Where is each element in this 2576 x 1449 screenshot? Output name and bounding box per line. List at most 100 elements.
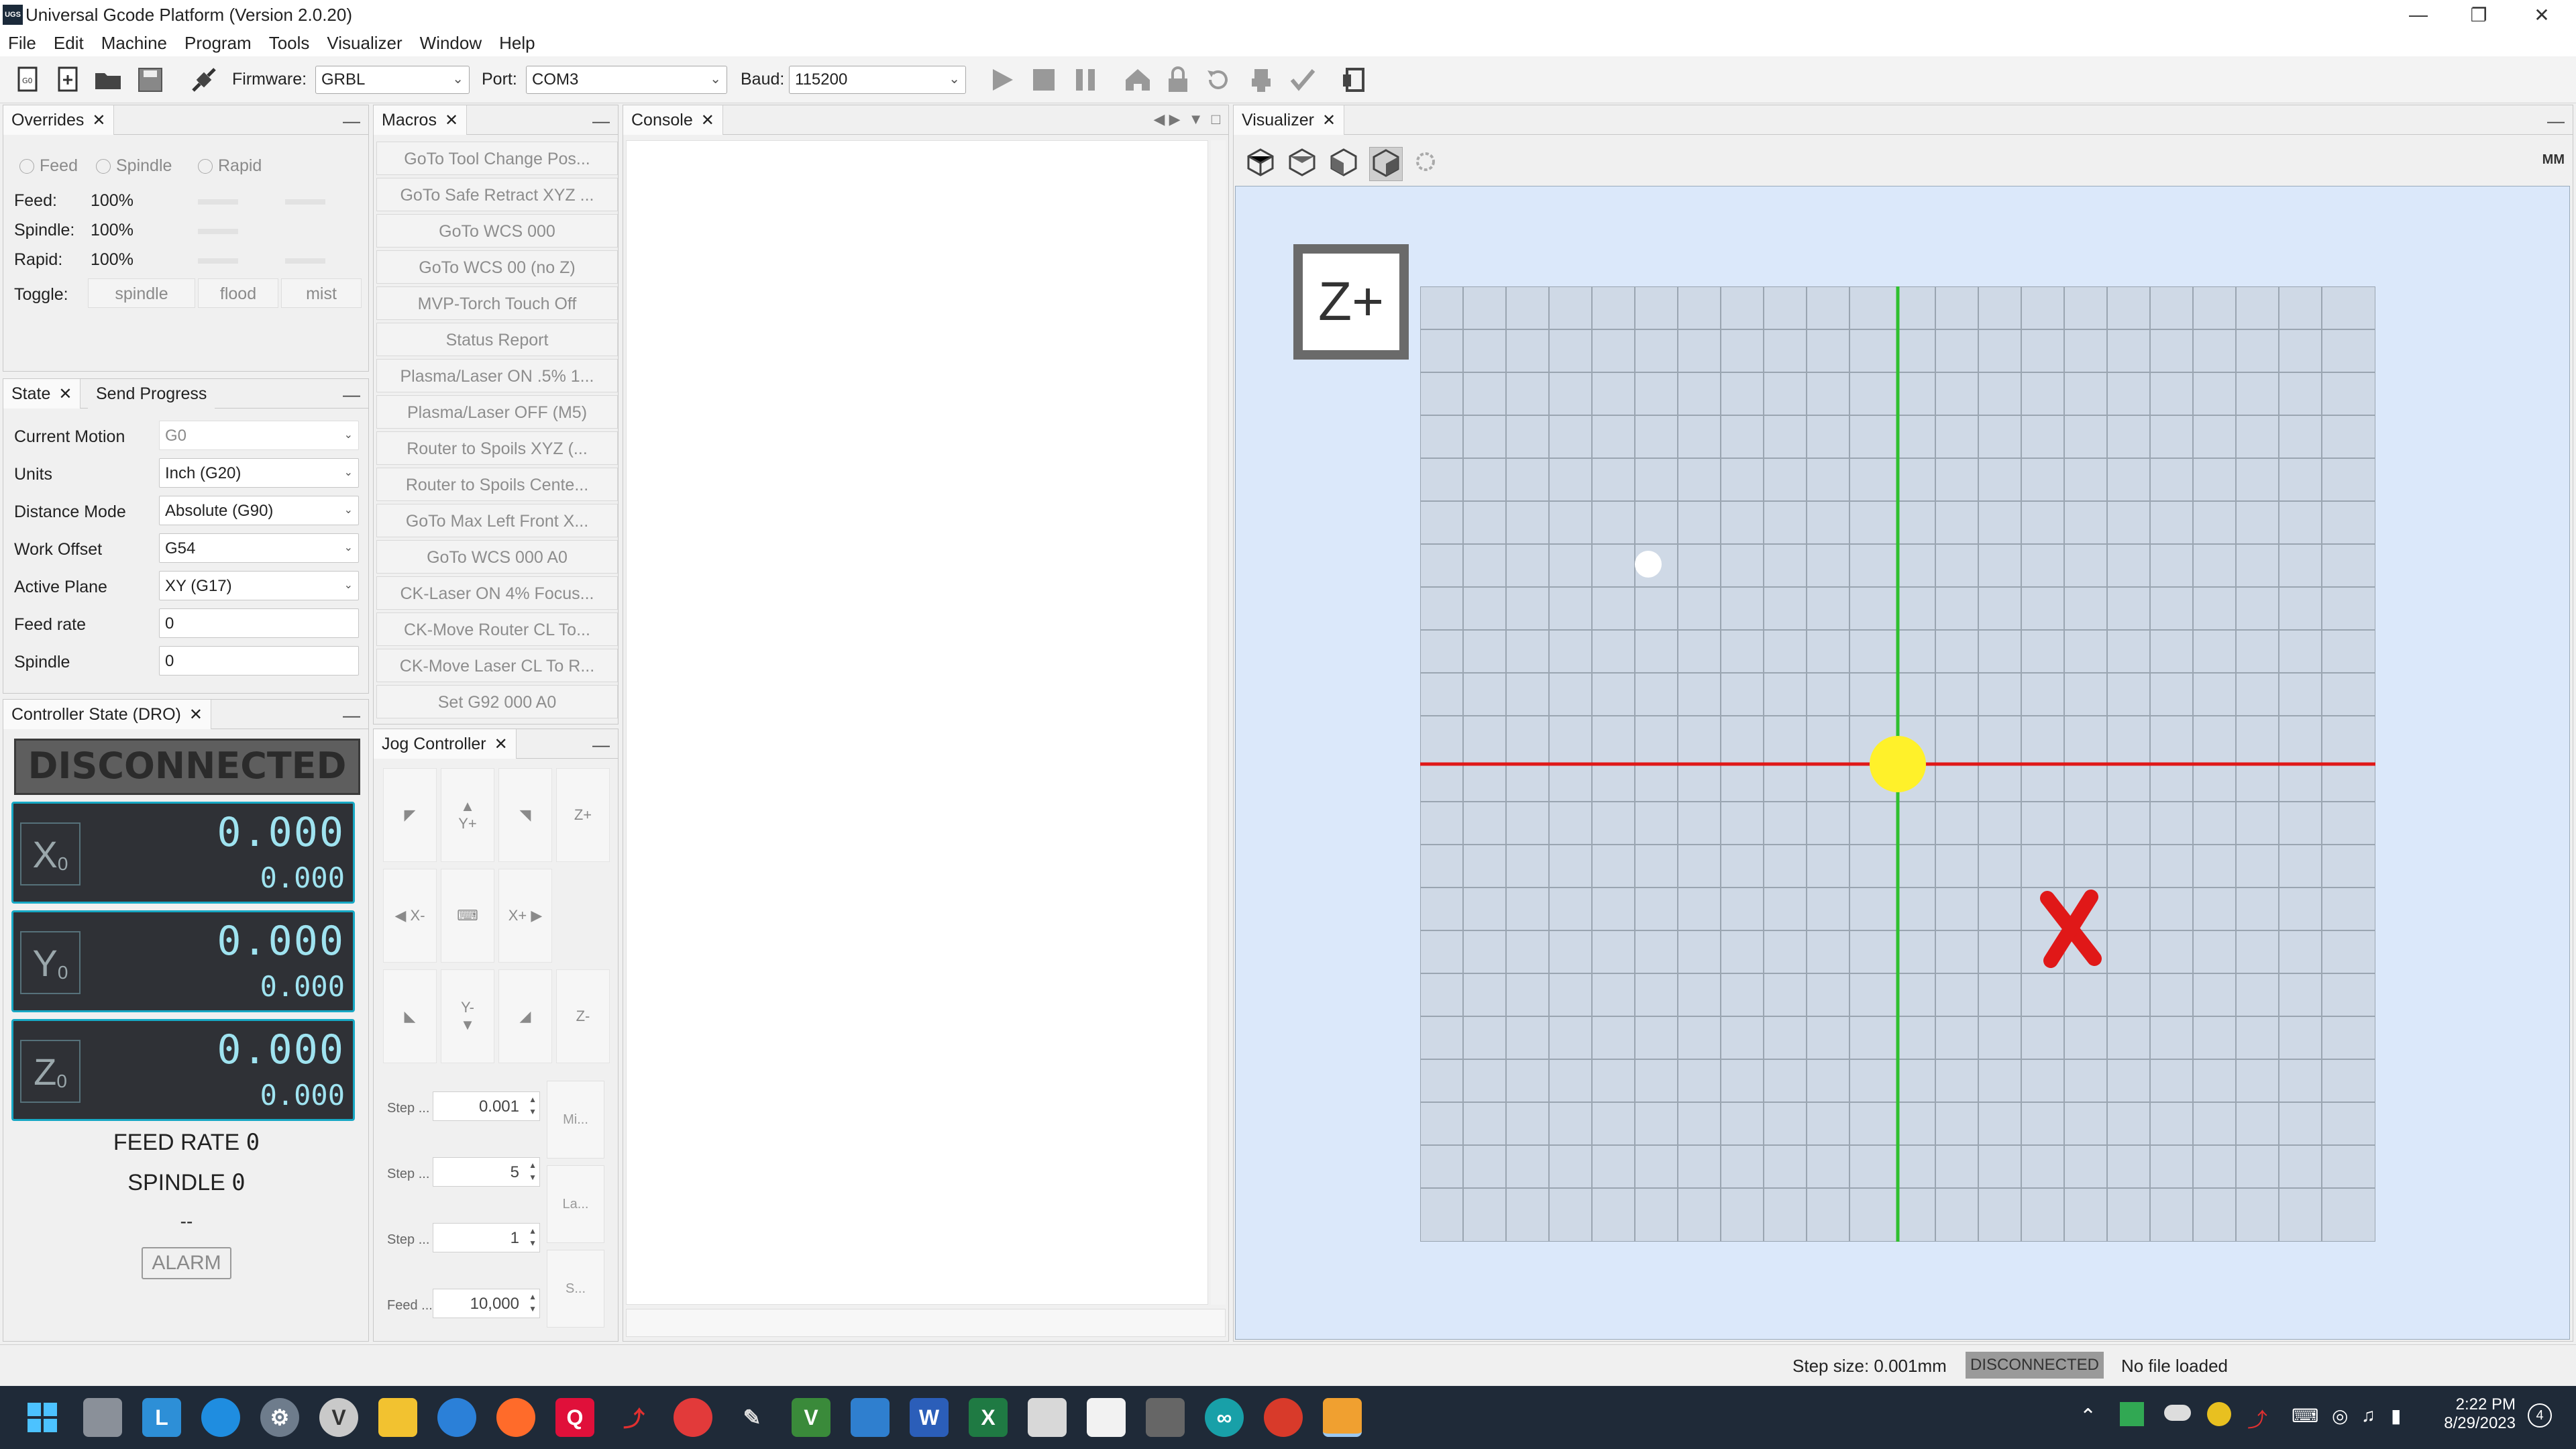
macro-button[interactable]: Status Report xyxy=(376,323,618,356)
x-axis-reset-button[interactable]: X0 xyxy=(20,822,80,885)
tab-jog-controller[interactable]: Jog Controller ✕ xyxy=(374,729,517,759)
flood-toggle-button[interactable]: flood xyxy=(198,278,278,308)
macro-button[interactable]: Set G92 000 A0 xyxy=(376,685,618,718)
spindle-slider[interactable] xyxy=(198,229,238,234)
jog-xminus-yminus-button[interactable]: ◣ xyxy=(383,969,437,1063)
feed-slider[interactable] xyxy=(198,199,238,205)
app-globe-icon[interactable] xyxy=(1264,1398,1303,1437)
keyboard-tray-icon[interactable]: ⌨ xyxy=(2292,1405,2318,1427)
drive-tray-icon[interactable] xyxy=(2120,1402,2144,1426)
visualizer-canvas[interactable]: Z+ xyxy=(1235,186,2570,1340)
macro-button[interactable]: Plasma/Laser OFF (M5) xyxy=(376,395,618,429)
tab-send-progress[interactable]: Send Progress xyxy=(88,379,215,409)
calendar-icon[interactable] xyxy=(1028,1398,1067,1437)
console-tab-controls[interactable]: ◀ ▶ ▼ □ xyxy=(1154,111,1220,128)
tab-visualizer[interactable]: Visualizer ✕ xyxy=(1234,105,1345,135)
vim-icon[interactable]: V xyxy=(792,1398,830,1437)
step-xy-field[interactable]: 0.001 ▲ ▼ xyxy=(433,1091,540,1121)
macro-button[interactable]: GoTo WCS 000 xyxy=(376,214,618,248)
baud-select[interactable]: 115200 ⌄ xyxy=(789,66,966,94)
z-axis-reset-button[interactable]: Z0 xyxy=(20,1040,80,1103)
visualizer-settings-icon[interactable] xyxy=(1412,147,1439,180)
close-tab-icon[interactable]: ✕ xyxy=(445,111,458,129)
tab-state[interactable]: State ✕ xyxy=(3,379,81,409)
close-tab-icon[interactable]: ✕ xyxy=(701,111,714,129)
pause-icon[interactable] xyxy=(1069,64,1102,95)
minimize-button[interactable]: — xyxy=(2388,0,2449,30)
close-tab-icon[interactable]: ✕ xyxy=(58,385,72,403)
close-tab-icon[interactable]: ✕ xyxy=(92,111,105,129)
jog-xplus-yplus-button[interactable]: ◥ xyxy=(498,768,552,862)
tray-chevron-icon[interactable]: ⌃ xyxy=(2080,1405,2096,1428)
smaller-step-button[interactable]: S... xyxy=(547,1250,604,1328)
work-offset-select[interactable]: G54 ⌄ xyxy=(159,533,359,563)
close-tab-icon[interactable]: ✕ xyxy=(1322,111,1336,129)
ugs-taskbar-icon[interactable] xyxy=(1323,1398,1362,1437)
active-plane-select[interactable]: XY (G17) ⌄ xyxy=(159,571,359,600)
menu-help[interactable]: Help xyxy=(491,33,544,54)
menu-window[interactable]: Window xyxy=(412,33,491,54)
distance-mode-select[interactable]: Absolute (G90) ⌄ xyxy=(159,496,359,525)
edge-icon[interactable] xyxy=(201,1398,240,1437)
rapid-slider[interactable] xyxy=(198,258,238,264)
minimize-panel-icon[interactable]: — xyxy=(343,705,360,726)
macro-button[interactable]: CK-Move Router CL To... xyxy=(376,612,618,646)
alarm-button[interactable]: ALARM xyxy=(142,1247,231,1279)
new-file-icon[interactable]: G0 xyxy=(12,64,44,95)
iso-view-icon[interactable] xyxy=(1244,147,1277,180)
calculator-icon[interactable] xyxy=(1146,1398,1185,1437)
excel-icon[interactable]: X xyxy=(969,1398,1008,1437)
macro-button[interactable]: GoTo Safe Retract XYZ ... xyxy=(376,178,618,211)
keyboard-jog-icon[interactable]: ⌨ xyxy=(441,869,494,963)
jog-zplus-button[interactable]: Z+ xyxy=(556,768,610,862)
console-command-input[interactable] xyxy=(626,1309,1226,1337)
bolt-tray-icon[interactable]: ⤴ xyxy=(2247,1403,2267,1433)
minimize-panel-icon[interactable]: — xyxy=(343,384,360,405)
jog-xminus-button[interactable]: ◀ X- xyxy=(383,869,437,963)
minimize-panel-icon[interactable]: — xyxy=(2547,111,2565,131)
port-select[interactable]: COM3 ⌄ xyxy=(526,66,727,94)
close-tab-icon[interactable]: ✕ xyxy=(494,735,508,753)
menu-tools[interactable]: Tools xyxy=(261,33,319,54)
firmware-select[interactable]: GRBL ⌄ xyxy=(315,66,470,94)
jog-xplus-button[interactable]: X+ ▶ xyxy=(498,869,552,963)
mist-toggle-button[interactable]: mist xyxy=(281,278,362,308)
macro-button[interactable]: GoTo WCS 000 A0 xyxy=(376,540,618,574)
file-explorer-icon[interactable] xyxy=(378,1398,417,1437)
jog-yminus-button[interactable]: Y- ▼ xyxy=(441,969,494,1063)
tab-console[interactable]: Console ✕ xyxy=(623,105,723,135)
notepad-icon[interactable] xyxy=(851,1398,890,1437)
clock[interactable]: 2:22 PM 8/29/2023 xyxy=(2435,1395,2516,1433)
rapid-slider-2[interactable] xyxy=(285,258,325,264)
macro-button[interactable]: GoTo WCS 00 (no Z) xyxy=(376,250,618,284)
save-icon[interactable] xyxy=(134,64,166,95)
open-folder-icon[interactable] xyxy=(93,64,125,95)
close-tab-icon[interactable]: ✕ xyxy=(189,706,203,724)
jog-yplus-button[interactable]: ▲ Y+ xyxy=(441,768,494,862)
spindle-field[interactable]: 0 xyxy=(159,646,359,676)
console-output[interactable] xyxy=(626,140,1208,1305)
app-bolt-icon[interactable]: ⤴ xyxy=(614,1398,653,1437)
menu-visualizer[interactable]: Visualizer xyxy=(319,33,411,54)
tab-overrides[interactable]: Overrides ✕ xyxy=(3,105,115,135)
rapid-radio[interactable]: Rapid xyxy=(198,156,262,176)
word-icon[interactable]: W xyxy=(910,1398,949,1437)
check-mode-icon[interactable] xyxy=(1287,64,1319,95)
probe-icon[interactable] xyxy=(1245,64,1277,95)
larger-step-button[interactable]: La... xyxy=(547,1165,604,1243)
minimize-panel-icon[interactable]: — xyxy=(343,111,360,131)
view-orientation-cube[interactable]: Z+ xyxy=(1293,244,1409,360)
minimize-panel-icon[interactable]: — xyxy=(592,111,610,131)
play-icon[interactable] xyxy=(986,64,1018,95)
connect-icon[interactable] xyxy=(188,64,220,95)
units-select[interactable]: Inch (G20) ⌄ xyxy=(159,458,359,488)
macro-button[interactable]: CK-Laser ON 4% Focus... xyxy=(376,576,618,610)
menu-file[interactable]: File xyxy=(0,33,46,54)
close-button[interactable]: ✕ xyxy=(2512,0,2572,30)
notification-badge[interactable]: 4 xyxy=(2528,1403,2552,1428)
menu-edit[interactable]: Edit xyxy=(46,33,93,54)
step-abc-field[interactable]: 1 ▲ ▼ xyxy=(433,1223,540,1252)
volume-icon[interactable]: ♫ xyxy=(2361,1405,2375,1426)
battery-icon[interactable]: ▮ xyxy=(2391,1405,2401,1427)
top-view-icon[interactable] xyxy=(1286,147,1318,180)
